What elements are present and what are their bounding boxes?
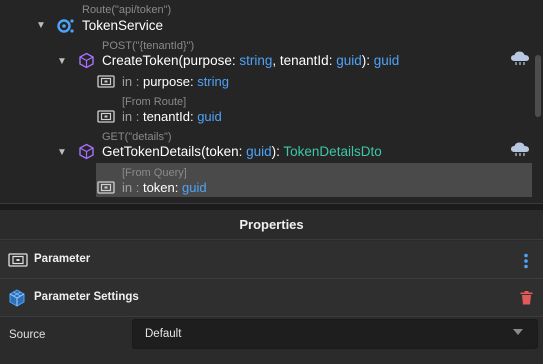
param-type: string	[197, 74, 229, 89]
param-name: tenantId	[279, 53, 329, 68]
trash-icon[interactable]	[520, 291, 533, 310]
return-type: guid	[373, 53, 400, 68]
chevron-down-icon[interactable]: ▼	[36, 20, 46, 31]
param-type: guid	[197, 109, 222, 124]
operation-signature[interactable]: GetTokenDetails(token: guid): TokenDetai…	[102, 144, 382, 159]
section-parameter-settings[interactable]: Parameter Settings	[0, 279, 543, 317]
separator: ,	[272, 53, 280, 68]
service-icon	[57, 17, 75, 40]
settings-cube-icon	[8, 289, 26, 312]
properties-title: Properties	[0, 210, 543, 240]
param-name: purpose	[142, 74, 190, 89]
param-name: token	[205, 144, 239, 159]
parameter-row[interactable]: in : tenantId: guid	[122, 109, 222, 124]
param-annotation: [From Query]	[122, 167, 187, 179]
paren: ):	[271, 144, 284, 159]
source-field-row: Source Default	[0, 318, 543, 364]
param-direction: in	[122, 74, 133, 89]
parameter-row-selected[interactable]: in : token: guid	[122, 180, 207, 195]
source-label: Source	[9, 329, 46, 341]
chevron-down-icon[interactable]	[513, 329, 523, 335]
param-type: guid	[182, 180, 207, 195]
param-name: purpose	[183, 53, 232, 68]
chevron-down-icon[interactable]: ▼	[57, 56, 67, 67]
param-direction: in	[122, 180, 133, 195]
param-name: tenantId	[142, 109, 190, 124]
param-direction: in	[122, 109, 133, 124]
colon: :	[132, 109, 143, 124]
section-label: Parameter Settings	[34, 291, 139, 303]
paren: ):	[361, 53, 374, 68]
return-type: TokenDetailsDto	[283, 144, 382, 159]
operation-annotation: GET("details")	[102, 131, 172, 143]
section-parameter[interactable]: Parameter	[0, 241, 543, 279]
source-select[interactable]: Default	[132, 319, 538, 349]
service-route-annotation: Route("api/token")	[82, 4, 172, 16]
operation-signature[interactable]: CreateToken(purpose: string, tenantId: g…	[102, 53, 399, 68]
parameter-icon	[97, 75, 115, 93]
parameter-icon	[8, 253, 28, 272]
param-name: token	[142, 180, 175, 195]
operation-annotation: POST("{tenantId}")	[102, 40, 195, 52]
parameter-icon	[97, 110, 115, 128]
section-label: Parameter	[34, 253, 91, 265]
operation-name: GetTokenDetails	[102, 144, 202, 159]
param-type: guid	[336, 53, 362, 68]
colon: :	[132, 74, 143, 89]
parameter-row[interactable]: in : purpose: string	[122, 74, 229, 89]
cloud-icon[interactable]	[510, 50, 530, 71]
source-select-value: Default	[145, 328, 182, 340]
colon: :	[174, 180, 183, 195]
scrollbar-thumb[interactable]	[535, 55, 541, 117]
param-annotation: [From Route]	[122, 96, 187, 108]
colon: :	[238, 144, 247, 159]
param-type: string	[239, 53, 273, 68]
cloud-icon[interactable]	[510, 141, 530, 162]
tree-view[interactable]: Route("api/token") ▼ TokenService POST("…	[0, 0, 543, 204]
more-vertical-icon[interactable]	[523, 253, 529, 274]
colon: :	[132, 180, 143, 195]
panel-splitter[interactable]	[0, 203, 543, 210]
service-name[interactable]: TokenService	[82, 18, 163, 33]
param-type: guid	[246, 144, 272, 159]
operation-name: CreateToken	[102, 53, 179, 68]
operation-cube-icon	[78, 143, 95, 165]
operation-cube-icon	[78, 52, 95, 74]
chevron-down-icon[interactable]: ▼	[57, 147, 67, 158]
parameter-icon	[97, 181, 115, 199]
